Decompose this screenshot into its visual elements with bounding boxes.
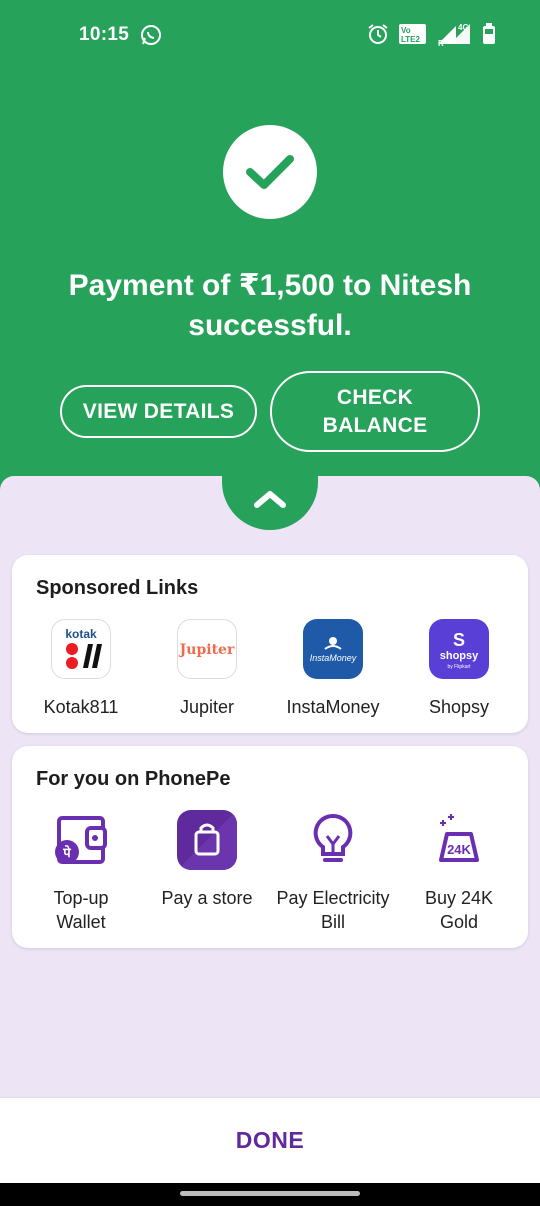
sponsored-links-title: Sponsored Links bbox=[36, 577, 199, 599]
svg-text:LTE2: LTE2 bbox=[401, 35, 421, 44]
shopping-bag-icon bbox=[177, 810, 237, 870]
for-you-item-label: Top-up Wallet bbox=[53, 888, 109, 932]
svg-text:पे: पे bbox=[62, 845, 71, 861]
gold-bar-icon: 24K bbox=[429, 810, 489, 870]
whatsapp-icon bbox=[141, 25, 161, 45]
svg-text:shopsy: shopsy bbox=[440, 650, 479, 662]
svg-text:by Flipkart: by Flipkart bbox=[447, 664, 471, 670]
svg-text:kotak: kotak bbox=[65, 627, 97, 641]
done-bar: DONE bbox=[0, 1097, 540, 1183]
for-you-item-label: Pay Electricity Bill bbox=[276, 888, 390, 932]
view-details-button[interactable]: VIEW DETAILS bbox=[60, 385, 257, 438]
sponsored-item-shopsy[interactable]: S shopsy by Flipkart Shopsy bbox=[396, 619, 522, 719]
for-you-item-label: Pay a store bbox=[161, 888, 253, 908]
sponsored-item-kotak811[interactable]: kotak Kotak811 bbox=[18, 619, 144, 719]
sponsored-links-card: Sponsored Links kotak Kotak811 Jupiter J… bbox=[12, 555, 528, 733]
svg-text:Vo: Vo bbox=[401, 26, 411, 35]
volte-icon: Vo LTE2 bbox=[399, 24, 426, 44]
shopsy-logo-icon: S shopsy by Flipkart bbox=[429, 619, 489, 679]
sponsored-item-label: InstaMoney bbox=[286, 697, 380, 717]
svg-text:R: R bbox=[438, 39, 444, 46]
bulb-icon bbox=[303, 810, 363, 870]
kotak-logo-icon: kotak bbox=[51, 619, 111, 679]
check-balance-label: CHECK BALANCE bbox=[322, 385, 428, 437]
jupiter-logo-icon: Jupiter bbox=[177, 619, 237, 679]
alarm-icon bbox=[368, 24, 388, 44]
battery-icon bbox=[483, 23, 495, 44]
sponsored-item-label: Kotak811 bbox=[43, 697, 119, 717]
status-bar: 10:15 Vo LTE2 R 4G bbox=[0, 0, 540, 70]
sponsored-item-label: Jupiter bbox=[179, 697, 235, 717]
for-you-title: For you on PhonePe bbox=[36, 768, 231, 790]
done-button[interactable]: DONE bbox=[236, 1127, 304, 1154]
success-check-icon bbox=[223, 125, 317, 219]
for-you-card: For you on PhonePe पे Top-up Wallet Pay … bbox=[12, 746, 528, 948]
instamoney-logo-icon: InstaMoney bbox=[303, 619, 363, 679]
for-you-item-label: Buy 24K Gold bbox=[424, 888, 494, 932]
sponsored-item-label: Shopsy bbox=[428, 697, 490, 717]
status-time: 10:15 bbox=[79, 24, 130, 45]
signal-icon: R 4G bbox=[438, 23, 470, 46]
for-you-item-buy-gold[interactable]: 24K Buy 24K Gold bbox=[396, 810, 522, 934]
chevron-up-icon bbox=[254, 491, 286, 508]
wallet-icon: पे bbox=[51, 810, 111, 870]
svg-text:S: S bbox=[453, 630, 465, 650]
svg-text:4G: 4G bbox=[458, 23, 469, 32]
svg-text:Jupiter: Jupiter bbox=[178, 642, 235, 658]
svg-text:InstaMoney: InstaMoney bbox=[310, 653, 357, 663]
home-gesture-pill[interactable] bbox=[180, 1191, 360, 1196]
sponsored-item-instamoney[interactable]: InstaMoney InstaMoney bbox=[270, 619, 396, 719]
svg-text:24K: 24K bbox=[447, 842, 471, 857]
for-you-item-pay-store[interactable]: Pay a store bbox=[144, 810, 270, 910]
success-header: 10:15 Vo LTE2 R 4G Payment of ₹1,500 to … bbox=[0, 0, 540, 520]
system-nav-bar bbox=[0, 1183, 540, 1206]
for-you-item-electricity-bill[interactable]: Pay Electricity Bill bbox=[270, 810, 396, 934]
payment-message: Payment of ₹1,500 to Nitesh successful. bbox=[68, 269, 472, 342]
check-balance-button[interactable]: CHECK BALANCE bbox=[270, 371, 480, 452]
sponsored-item-jupiter[interactable]: Jupiter Jupiter bbox=[144, 619, 270, 719]
for-you-item-topup-wallet[interactable]: पे Top-up Wallet bbox=[18, 810, 144, 934]
